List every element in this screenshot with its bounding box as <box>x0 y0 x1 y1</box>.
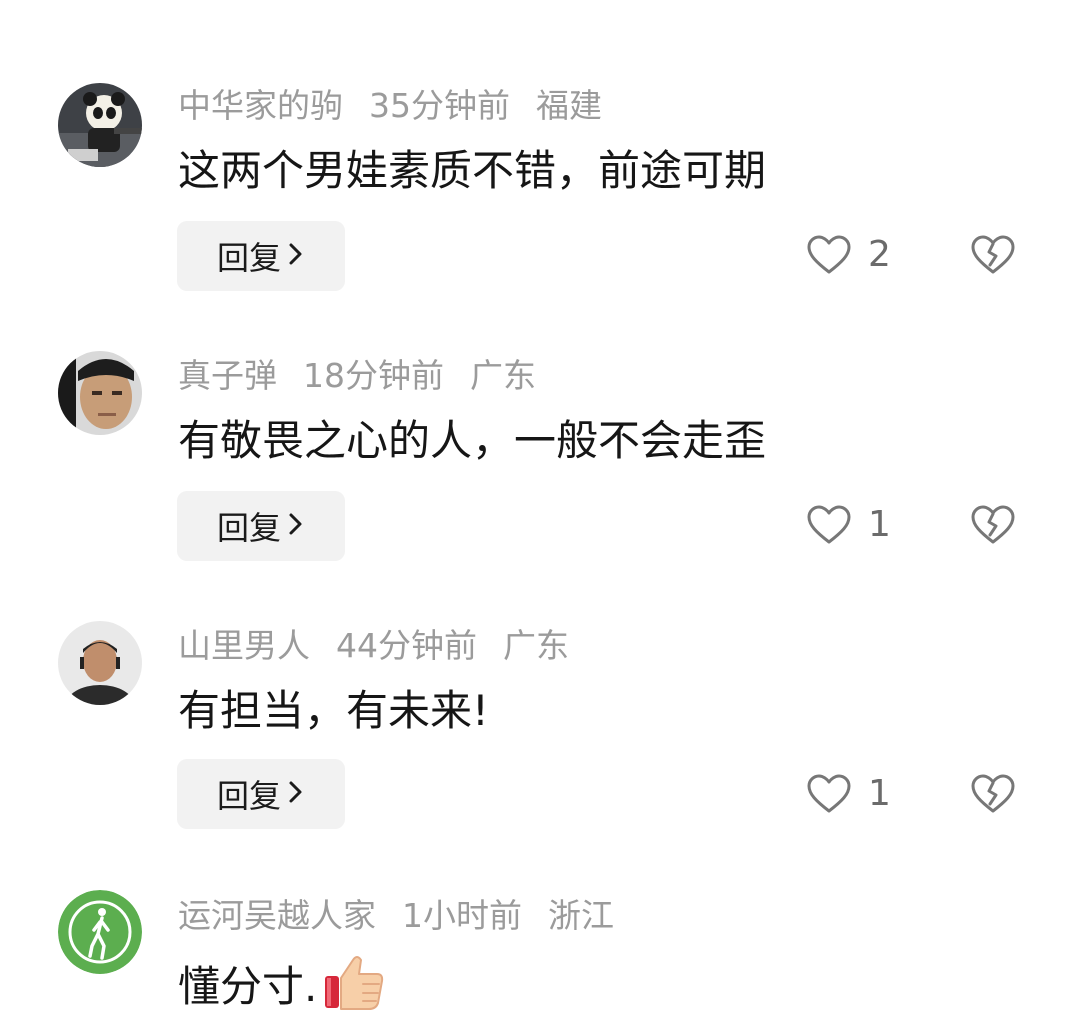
green-walker-avatar-icon <box>58 890 142 974</box>
panda-avatar-icon <box>58 83 142 167</box>
comment-item: 山里男人 44分钟前 广东 有担当，有未来! 回复 1 <box>0 540 1080 829</box>
thumbs-up-icon <box>323 954 385 1025</box>
heart-icon <box>807 774 851 813</box>
timestamp: 1小时前 <box>402 896 522 935</box>
comment-meta: 山里男人 44分钟前 广东 <box>178 626 595 666</box>
like-count: 1 <box>868 773 891 814</box>
comment-meta: 运河吴越人家 1小时前 浙江 <box>178 896 640 936</box>
comment-text: 有敬畏之心的人，一般不会走歪 <box>178 416 767 465</box>
like-count: 2 <box>868 234 891 275</box>
username[interactable]: 真子弹 <box>178 356 277 395</box>
location: 广东 <box>470 356 536 395</box>
timestamp: 18分钟前 <box>303 356 444 395</box>
comment-meta: 真子弹 18分钟前 广东 <box>178 356 562 396</box>
comment-text: 有担当，有未来! <box>178 686 489 735</box>
comment-text: 懂分寸. <box>178 954 385 1025</box>
like-count: 1 <box>868 504 891 545</box>
comment-item: 运河吴越人家 1小时前 浙江 懂分寸. <box>0 810 1080 1013</box>
timestamp: 44分钟前 <box>336 626 477 665</box>
man-photo-avatar-icon <box>58 621 142 705</box>
location: 浙江 <box>548 896 614 935</box>
username[interactable]: 中华家的驹 <box>178 86 343 125</box>
comment-item: 中华家的驹 35分钟前 福建 这两个男娃素质不错，前途可期 回复 2 <box>0 0 1080 291</box>
user-avatar[interactable] <box>58 890 142 974</box>
user-avatar[interactable] <box>58 351 142 435</box>
comment-text-content: 懂分寸. <box>178 962 318 1011</box>
like-button[interactable]: 1 <box>806 773 891 815</box>
comment-text: 这两个男娃素质不错，前途可期 <box>178 146 767 195</box>
username[interactable]: 山里男人 <box>178 626 310 665</box>
timestamp: 35分钟前 <box>369 86 510 125</box>
user-avatar[interactable] <box>58 621 142 705</box>
comment-item: 真子弹 18分钟前 广东 有敬畏之心的人，一般不会走歪 回复 1 <box>0 270 1080 561</box>
man-portrait-avatar-icon <box>58 351 142 435</box>
comment-meta: 中华家的驹 35分钟前 福建 <box>178 86 628 126</box>
location: 福建 <box>536 86 602 125</box>
broken-heart-icon <box>971 774 1015 813</box>
user-avatar[interactable] <box>58 83 142 167</box>
chevron-right-icon <box>287 775 305 813</box>
location: 广东 <box>503 626 569 665</box>
username[interactable]: 运河吴越人家 <box>178 896 376 935</box>
